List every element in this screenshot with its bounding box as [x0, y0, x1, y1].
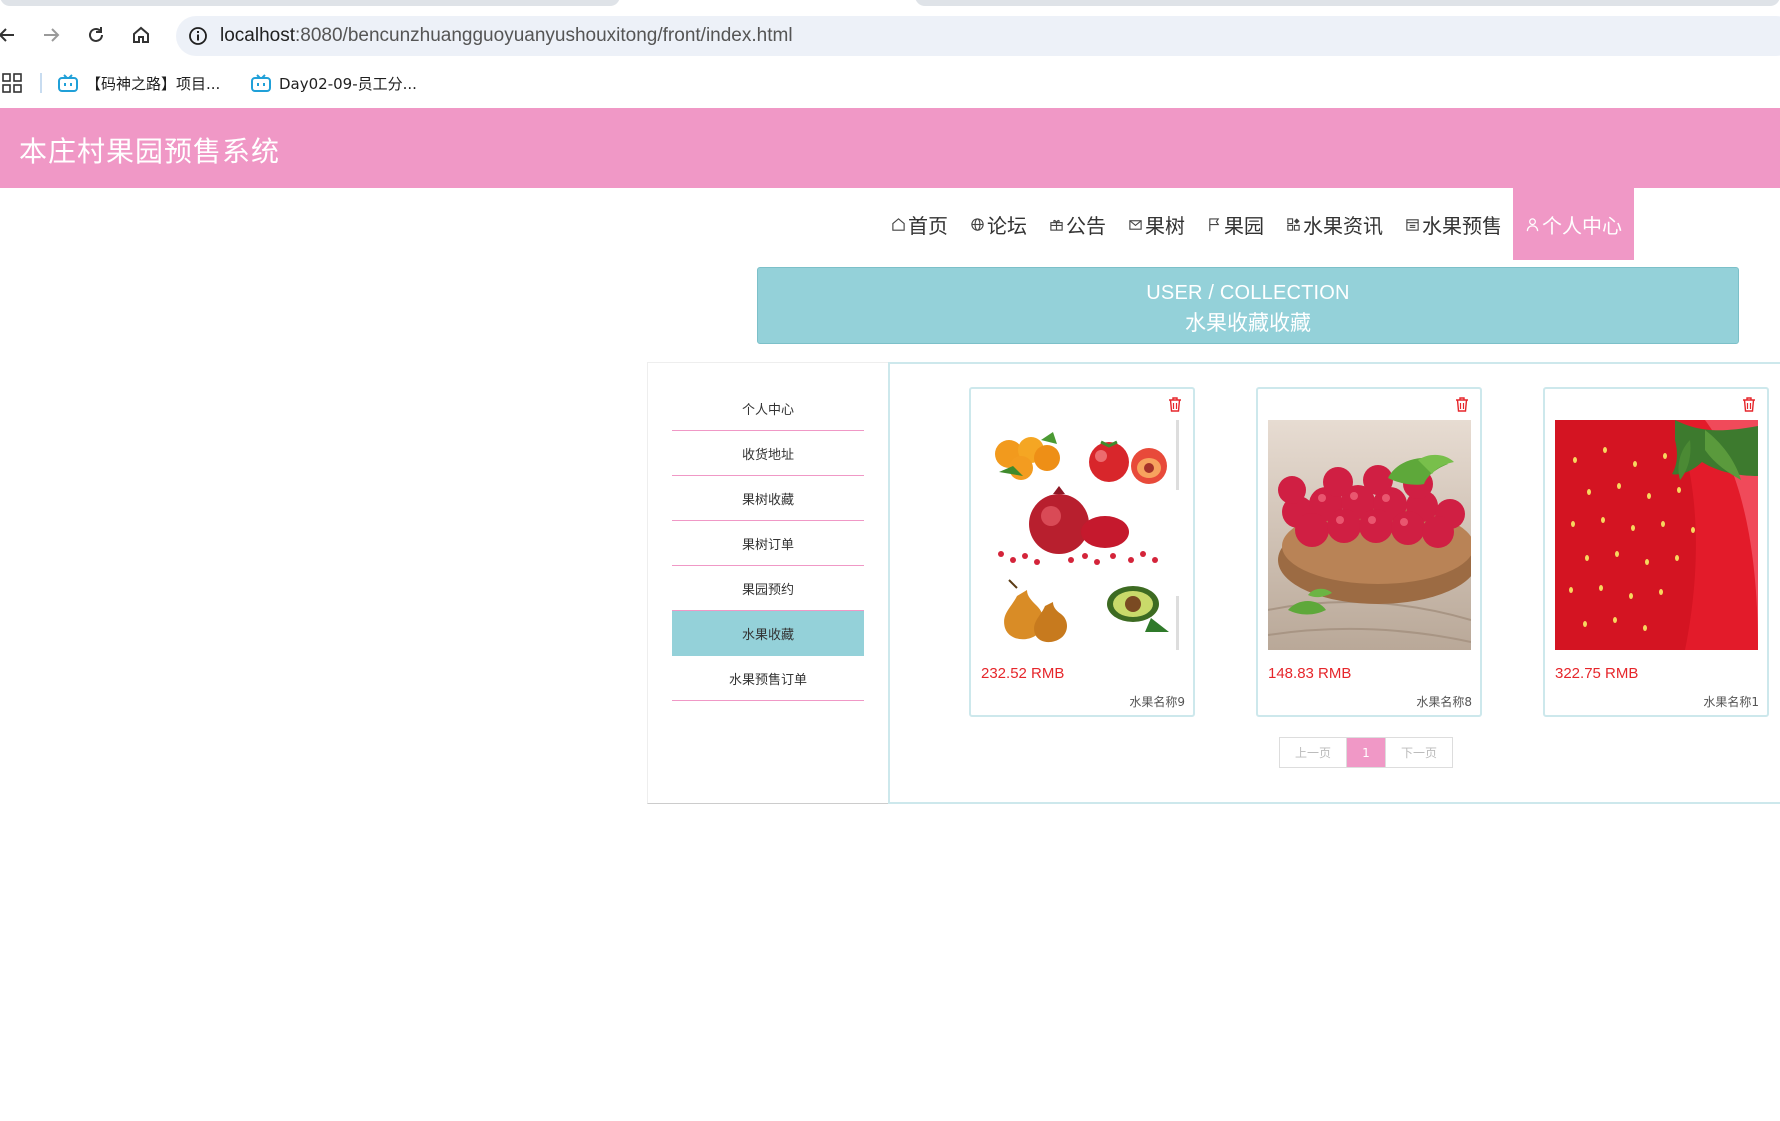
nav-label: 水果预售 [1422, 213, 1502, 238]
flag-icon [1209, 217, 1220, 231]
sidebar-item-personal-center[interactable]: 个人中心 [672, 386, 864, 431]
apps-grid-icon[interactable] [2, 73, 22, 97]
home-icon [892, 217, 905, 231]
bookmarks-bar: 【码神之路】项目... Day02-09-员工分... [0, 64, 1780, 100]
browser-tab[interactable] [915, 0, 1780, 6]
favorite-card[interactable]: 232.52 RMB 水果名称9 [969, 387, 1195, 717]
nav-item-personal-center[interactable]: 个人中心 [1513, 188, 1634, 260]
forward-arrow-icon [44, 28, 60, 42]
trash-icon[interactable] [1167, 396, 1183, 412]
nav-label: 公告 [1066, 213, 1106, 238]
forward-button[interactable] [36, 20, 66, 50]
sidebar-item-shipping-address[interactable]: 收货地址 [672, 431, 864, 476]
tab-strip [0, 0, 1780, 8]
user-icon [1526, 217, 1539, 231]
pagination: 上一页 1 下一页 [1279, 737, 1453, 768]
page-number-current[interactable]: 1 [1347, 738, 1385, 767]
card-fruit-name: 水果名称1 [1703, 695, 1759, 709]
home-button[interactable] [126, 20, 156, 50]
main-nav: 首页 论坛 公告 果树 果园 水果资讯 水果预售 个人中心 [880, 188, 1634, 260]
site-title: 本庄村果园预售系统 [19, 135, 281, 168]
bookmark-item[interactable]: 【码神之路】项目... [58, 71, 220, 95]
card-fruit-name: 水果名称9 [1129, 695, 1185, 709]
nav-item-fruit-presale[interactable]: 水果预售 [1394, 188, 1513, 260]
nav-item-orchard[interactable]: 果园 [1196, 188, 1275, 260]
site-header: 本庄村果园预售系统 [0, 108, 1780, 188]
globe-icon [971, 217, 984, 231]
user-sidebar: 个人中心 收货地址 果树收藏 果树订单 果园预约 水果收藏 水果预售订单 [647, 362, 888, 804]
strawberry-image[interactable] [1555, 420, 1758, 650]
prev-page-button[interactable]: 上一页 [1280, 738, 1347, 767]
url-path: :8080/bencunzhuangguoyuanyushouxitong/fr… [295, 25, 793, 46]
nav-label: 个人中心 [1542, 213, 1622, 238]
trash-icon[interactable] [1454, 396, 1470, 412]
card-fruit-name: 水果名称8 [1416, 695, 1472, 709]
trash-icon[interactable] [1741, 396, 1757, 412]
favorite-card[interactable]: 148.83 RMB 水果名称8 [1256, 387, 1482, 717]
browser-chrome: localhost:8080/bencunzhuangguoyuanyushou… [0, 0, 1780, 108]
back-arrow-icon [0, 28, 14, 42]
calendar-icon [1406, 218, 1419, 231]
section-banner: USER / COLLECTION 水果收藏收藏 [757, 267, 1739, 344]
nav-item-fruit-news[interactable]: 水果资讯 [1275, 188, 1394, 260]
gift-icon [1050, 219, 1063, 231]
nav-item-fruit-tree[interactable]: 果树 [1117, 188, 1196, 260]
apps-icon [1287, 217, 1300, 231]
sidebar-item-tree-orders[interactable]: 果树订单 [672, 521, 864, 566]
nav-label: 果树 [1145, 213, 1185, 238]
bilibili-icon [251, 74, 271, 92]
mixed-fruits-image[interactable] [981, 420, 1184, 650]
nav-item-notice[interactable]: 公告 [1038, 188, 1117, 260]
address-bar[interactable]: localhost:8080/bencunzhuangguoyuanyushou… [176, 16, 1780, 56]
sidebar-item-fruit-favorites[interactable]: 水果收藏 [672, 611, 864, 656]
nav-label: 水果资讯 [1303, 213, 1383, 238]
mail-icon [1129, 219, 1142, 230]
bookmark-label: 【码神之路】项目... [86, 74, 221, 93]
info-icon[interactable] [188, 26, 208, 46]
back-button[interactable] [0, 20, 22, 50]
next-page-button[interactable]: 下一页 [1385, 738, 1452, 767]
nav-label: 首页 [908, 213, 948, 238]
sidebar-item-orchard-booking[interactable]: 果园预约 [672, 566, 864, 611]
bookmarks-separator [40, 73, 42, 93]
favorites-panel: 232.52 RMB 水果名称9 148.83 RMB 水果名称8 322.75… [888, 362, 1780, 804]
nav-label: 论坛 [987, 213, 1027, 238]
url-text[interactable]: localhost:8080/bencunzhuangguoyuanyushou… [220, 25, 793, 47]
sidebar-item-presale-orders[interactable]: 水果预售订单 [672, 656, 864, 701]
bilibili-icon [58, 74, 78, 92]
house-icon [133, 26, 149, 43]
sidebar-item-tree-favorites[interactable]: 果树收藏 [672, 476, 864, 521]
raspberries-image[interactable] [1268, 420, 1471, 650]
nav-label: 果园 [1224, 213, 1264, 238]
reload-icon [89, 27, 103, 42]
url-host: localhost [220, 25, 295, 46]
card-price: 232.52 RMB [981, 665, 1065, 682]
bookmark-label: Day02-09-员工分... [279, 74, 417, 93]
nav-item-home[interactable]: 首页 [880, 188, 959, 260]
sidebar-menu: 个人中心 收货地址 果树收藏 果树订单 果园预约 水果收藏 水果预售订单 [672, 386, 864, 701]
card-price: 322.75 RMB [1555, 665, 1639, 682]
reload-button[interactable] [81, 20, 111, 50]
browser-tab[interactable] [0, 0, 620, 6]
nav-item-forum[interactable]: 论坛 [959, 188, 1038, 260]
bookmark-item[interactable]: Day02-09-员工分... [251, 71, 417, 95]
banner-chinese-title: 水果收藏收藏 [1185, 311, 1311, 335]
banner-english-title: USER / COLLECTION [1146, 282, 1350, 304]
favorite-card[interactable]: 322.75 RMB 水果名称1 [1543, 387, 1769, 717]
card-price: 148.83 RMB [1268, 665, 1352, 682]
